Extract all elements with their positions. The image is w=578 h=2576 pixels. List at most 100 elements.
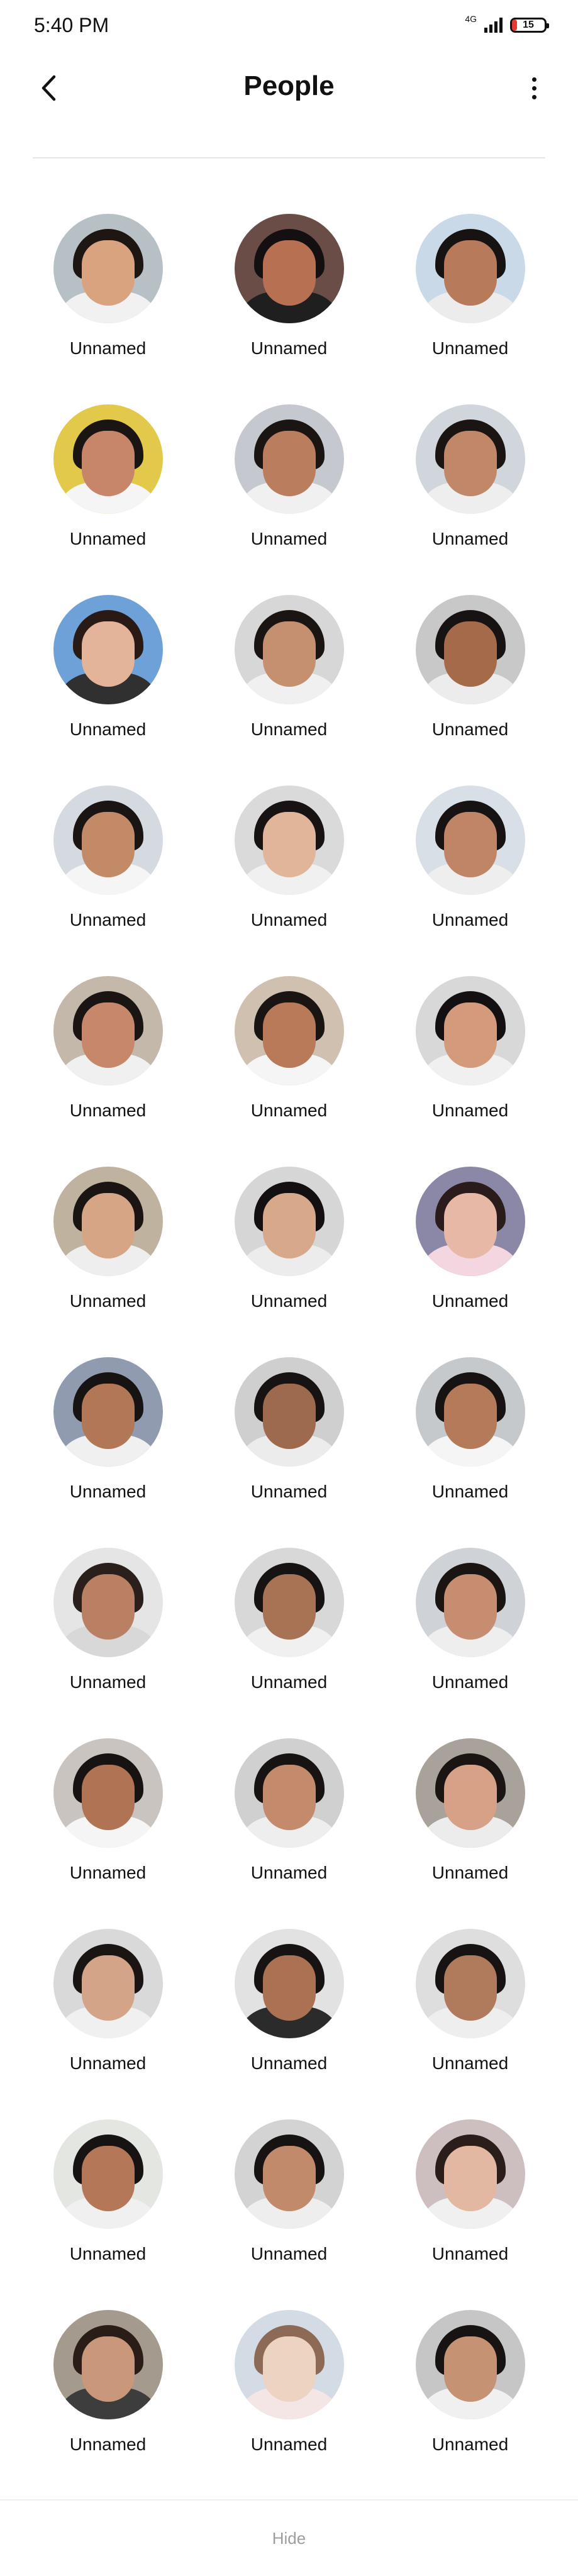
avatar-face	[262, 1765, 316, 1830]
person-avatar[interactable]	[234, 1929, 344, 2038]
person-avatar[interactable]	[234, 404, 344, 514]
person-name: Unnamed	[250, 1863, 328, 1882]
person-avatar[interactable]	[415, 1357, 525, 1467]
person-avatar[interactable]	[234, 595, 344, 704]
person-item[interactable]: Unnamed	[380, 2119, 561, 2310]
person-item[interactable]: Unnamed	[18, 976, 199, 1167]
person-item[interactable]: Unnamed	[199, 2310, 380, 2501]
person-avatar[interactable]	[234, 1548, 344, 1657]
person-avatar[interactable]	[234, 786, 344, 895]
avatar-face	[443, 1955, 497, 2021]
avatar-face	[443, 1193, 497, 1258]
person-avatar[interactable]	[415, 1167, 525, 1276]
person-avatar[interactable]	[53, 1738, 163, 1848]
avatar-face	[81, 621, 135, 687]
person-avatar[interactable]	[234, 1738, 344, 1848]
person-item[interactable]: Unnamed	[199, 595, 380, 786]
person-item[interactable]: Unnamed	[199, 1167, 380, 1357]
person-name: Unnamed	[69, 1101, 147, 1120]
person-avatar[interactable]	[53, 595, 163, 704]
avatar-face	[443, 431, 497, 496]
person-item[interactable]: Unnamed	[199, 786, 380, 976]
person-avatar[interactable]	[234, 2119, 344, 2229]
person-item[interactable]: Unnamed	[199, 1738, 380, 1929]
more-options-button[interactable]	[521, 69, 547, 107]
person-avatar[interactable]	[415, 404, 525, 514]
person-name: Unnamed	[69, 1291, 147, 1311]
network-type-label: 4G	[465, 14, 477, 24]
person-item[interactable]: Unnamed	[380, 1167, 561, 1357]
person-avatar[interactable]	[415, 1548, 525, 1657]
person-avatar[interactable]	[415, 786, 525, 895]
person-name: Unnamed	[250, 1672, 328, 1692]
battery-level	[512, 19, 517, 31]
person-item[interactable]: Unnamed	[380, 786, 561, 976]
person-item[interactable]: Unnamed	[380, 1357, 561, 1548]
person-avatar[interactable]	[415, 1738, 525, 1848]
person-avatar[interactable]	[53, 214, 163, 323]
person-avatar[interactable]	[53, 1357, 163, 1467]
avatar-face	[443, 621, 497, 687]
status-bar: 5:40 PM 4G 15	[0, 0, 578, 57]
person-name: Unnamed	[431, 338, 509, 358]
person-item[interactable]: Unnamed	[380, 404, 561, 595]
person-avatar[interactable]	[53, 1167, 163, 1276]
person-name: Unnamed	[69, 529, 147, 548]
person-avatar[interactable]	[234, 976, 344, 1085]
battery-icon: 15	[510, 18, 549, 33]
person-item[interactable]: Unnamed	[18, 1738, 199, 1929]
person-item[interactable]: Unnamed	[199, 1548, 380, 1738]
person-item[interactable]: Unnamed	[199, 1357, 380, 1548]
person-item[interactable]: Unnamed	[18, 214, 199, 404]
person-name: Unnamed	[69, 2434, 147, 2454]
avatar-face	[81, 1955, 135, 2021]
person-avatar[interactable]	[415, 2119, 525, 2229]
person-name: Unnamed	[69, 1863, 147, 1882]
person-avatar[interactable]	[415, 214, 525, 323]
person-avatar[interactable]	[234, 1357, 344, 1467]
hide-button[interactable]: Hide	[272, 2529, 306, 2548]
person-avatar[interactable]	[234, 1167, 344, 1276]
person-item[interactable]: Unnamed	[18, 2119, 199, 2310]
person-avatar[interactable]	[53, 976, 163, 1085]
avatar-face	[443, 2336, 497, 2402]
person-item[interactable]: Unnamed	[380, 976, 561, 1167]
person-item[interactable]: Unnamed	[18, 2310, 199, 2501]
avatar-face	[262, 812, 316, 877]
person-avatar[interactable]	[415, 1929, 525, 2038]
person-item[interactable]: Unnamed	[199, 976, 380, 1167]
person-avatar[interactable]	[53, 404, 163, 514]
person-item[interactable]: Unnamed	[18, 595, 199, 786]
person-item[interactable]: Unnamed	[380, 1738, 561, 1929]
person-avatar[interactable]	[415, 2310, 525, 2419]
avatar-face	[81, 1384, 135, 1449]
person-item[interactable]: Unnamed	[380, 1548, 561, 1738]
person-item[interactable]: Unnamed	[18, 404, 199, 595]
person-item[interactable]: Unnamed	[380, 595, 561, 786]
person-name: Unnamed	[250, 338, 328, 358]
person-avatar[interactable]	[415, 595, 525, 704]
person-name: Unnamed	[69, 1482, 147, 1501]
person-avatar[interactable]	[234, 214, 344, 323]
person-avatar[interactable]	[53, 2310, 163, 2419]
person-item[interactable]: Unnamed	[18, 1929, 199, 2119]
person-item[interactable]: Unnamed	[18, 1357, 199, 1548]
person-name: Unnamed	[431, 1863, 509, 1882]
person-item[interactable]: Unnamed	[18, 786, 199, 976]
person-item[interactable]: Unnamed	[199, 214, 380, 404]
person-avatar[interactable]	[415, 976, 525, 1085]
person-avatar[interactable]	[53, 1929, 163, 2038]
person-avatar[interactable]	[53, 1548, 163, 1657]
person-item[interactable]: Unnamed	[18, 1167, 199, 1357]
person-avatar[interactable]	[234, 2310, 344, 2419]
person-item[interactable]: Unnamed	[199, 404, 380, 595]
person-name: Unnamed	[250, 1291, 328, 1311]
person-item[interactable]: Unnamed	[380, 2310, 561, 2501]
person-item[interactable]: Unnamed	[199, 1929, 380, 2119]
person-avatar[interactable]	[53, 786, 163, 895]
person-item[interactable]: Unnamed	[380, 214, 561, 404]
person-avatar[interactable]	[53, 2119, 163, 2229]
person-item[interactable]: Unnamed	[380, 1929, 561, 2119]
person-item[interactable]: Unnamed	[199, 2119, 380, 2310]
person-item[interactable]: Unnamed	[18, 1548, 199, 1738]
